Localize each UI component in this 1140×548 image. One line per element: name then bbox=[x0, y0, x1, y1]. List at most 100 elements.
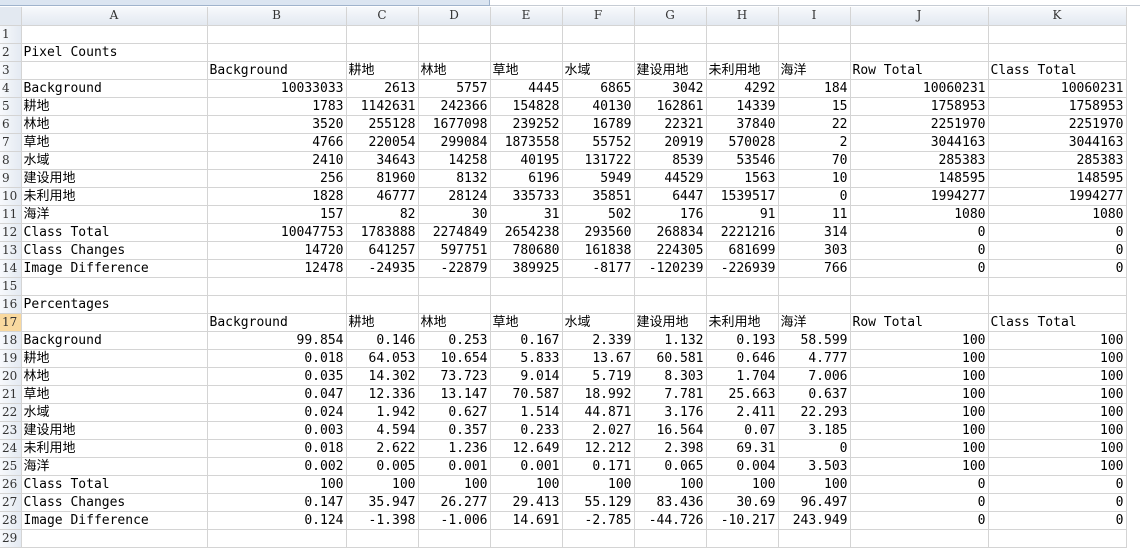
cell-c4[interactable]: 2613 bbox=[346, 79, 419, 98]
cell-e16[interactable] bbox=[490, 295, 563, 314]
cell-i15[interactable] bbox=[778, 277, 851, 296]
column-header-c[interactable]: C bbox=[346, 7, 419, 26]
cell-b7[interactable]: 4766 bbox=[207, 133, 347, 152]
cell-j22[interactable]: 100 bbox=[850, 403, 989, 422]
cell-i7[interactable]: 2 bbox=[778, 133, 851, 152]
cell-c2[interactable] bbox=[346, 43, 419, 62]
cell-d6[interactable]: 1677098 bbox=[418, 115, 491, 134]
cell-i13[interactable]: 303 bbox=[778, 241, 851, 260]
cell-g15[interactable] bbox=[634, 277, 707, 296]
cell-f9[interactable]: 5949 bbox=[562, 169, 635, 188]
cell-g4[interactable]: 3042 bbox=[634, 79, 707, 98]
cell-e7[interactable]: 1873558 bbox=[490, 133, 563, 152]
cell-e5[interactable]: 154828 bbox=[490, 97, 563, 116]
cell-d23[interactable]: 0.357 bbox=[418, 421, 491, 440]
cell-j5[interactable]: 1758953 bbox=[850, 97, 989, 116]
cell-b20[interactable]: 0.035 bbox=[207, 367, 347, 386]
cell-i25[interactable]: 3.503 bbox=[778, 457, 851, 476]
column-header-b[interactable]: B bbox=[207, 7, 347, 26]
cell-d7[interactable]: 299084 bbox=[418, 133, 491, 152]
cell-g5[interactable]: 162861 bbox=[634, 97, 707, 116]
cell-a9[interactable]: 建设用地 bbox=[21, 169, 208, 188]
cell-b1[interactable] bbox=[207, 25, 347, 44]
cell-c22[interactable]: 1.942 bbox=[346, 403, 419, 422]
cell-d27[interactable]: 26.277 bbox=[418, 493, 491, 512]
row-header[interactable]: 11 bbox=[0, 205, 22, 224]
cell-b17[interactable]: Background bbox=[207, 313, 347, 332]
cell-b3[interactable]: Background bbox=[207, 61, 347, 80]
cell-c1[interactable] bbox=[346, 25, 419, 44]
cell-c12[interactable]: 1783888 bbox=[346, 223, 419, 242]
cell-i1[interactable] bbox=[778, 25, 851, 44]
cell-b11[interactable]: 157 bbox=[207, 205, 347, 224]
cell-i21[interactable]: 0.637 bbox=[778, 385, 851, 404]
cell-d8[interactable]: 14258 bbox=[418, 151, 491, 170]
cell-k28[interactable]: 0 bbox=[988, 511, 1127, 530]
cell-b9[interactable]: 256 bbox=[207, 169, 347, 188]
cell-c26[interactable]: 100 bbox=[346, 475, 419, 494]
cell-h27[interactable]: 30.69 bbox=[706, 493, 779, 512]
cell-k20[interactable]: 100 bbox=[988, 367, 1127, 386]
cell-a24[interactable]: 未利用地 bbox=[21, 439, 208, 458]
cell-e22[interactable]: 1.514 bbox=[490, 403, 563, 422]
cell-b12[interactable]: 10047753 bbox=[207, 223, 347, 242]
cell-f12[interactable]: 293560 bbox=[562, 223, 635, 242]
cell-b22[interactable]: 0.024 bbox=[207, 403, 347, 422]
cell-k19[interactable]: 100 bbox=[988, 349, 1127, 368]
cell-e6[interactable]: 239252 bbox=[490, 115, 563, 134]
cell-g29[interactable] bbox=[634, 529, 707, 548]
cell-e3[interactable]: 草地 bbox=[490, 61, 563, 80]
cell-d24[interactable]: 1.236 bbox=[418, 439, 491, 458]
cell-c14[interactable]: -24935 bbox=[346, 259, 419, 278]
cell-b6[interactable]: 3520 bbox=[207, 115, 347, 134]
cell-a17[interactable] bbox=[21, 313, 208, 332]
row-header[interactable]: 5 bbox=[0, 97, 22, 116]
cell-f22[interactable]: 44.871 bbox=[562, 403, 635, 422]
cell-b4[interactable]: 10033033 bbox=[207, 79, 347, 98]
row-header[interactable]: 6 bbox=[0, 115, 22, 134]
row-header[interactable]: 16 bbox=[0, 295, 22, 314]
cell-f26[interactable]: 100 bbox=[562, 475, 635, 494]
cell-d26[interactable]: 100 bbox=[418, 475, 491, 494]
row-header[interactable]: 4 bbox=[0, 79, 22, 98]
cell-g14[interactable]: -120239 bbox=[634, 259, 707, 278]
cell-i3[interactable]: 海洋 bbox=[778, 61, 851, 80]
cell-d1[interactable] bbox=[418, 25, 491, 44]
cell-d5[interactable]: 242366 bbox=[418, 97, 491, 116]
row-header[interactable]: 27 bbox=[0, 493, 22, 512]
cell-g18[interactable]: 1.132 bbox=[634, 331, 707, 350]
row-header[interactable]: 18 bbox=[0, 331, 22, 350]
cell-a28[interactable]: Image Difference bbox=[21, 511, 208, 530]
cell-a23[interactable]: 建设用地 bbox=[21, 421, 208, 440]
cell-a13[interactable]: Class Changes bbox=[21, 241, 208, 260]
row-header[interactable]: 24 bbox=[0, 439, 22, 458]
cell-g19[interactable]: 60.581 bbox=[634, 349, 707, 368]
cell-b24[interactable]: 0.018 bbox=[207, 439, 347, 458]
cell-e20[interactable]: 9.014 bbox=[490, 367, 563, 386]
cell-d19[interactable]: 10.654 bbox=[418, 349, 491, 368]
column-header-d[interactable]: D bbox=[418, 7, 491, 26]
cell-f10[interactable]: 35851 bbox=[562, 187, 635, 206]
cell-i20[interactable]: 7.006 bbox=[778, 367, 851, 386]
cell-c24[interactable]: 2.622 bbox=[346, 439, 419, 458]
cell-h21[interactable]: 25.663 bbox=[706, 385, 779, 404]
cell-k26[interactable]: 0 bbox=[988, 475, 1127, 494]
cell-f21[interactable]: 18.992 bbox=[562, 385, 635, 404]
cell-k14[interactable]: 0 bbox=[988, 259, 1127, 278]
cell-j17[interactable]: Row Total bbox=[850, 313, 989, 332]
cell-j27[interactable]: 0 bbox=[850, 493, 989, 512]
cell-j13[interactable]: 0 bbox=[850, 241, 989, 260]
cell-h3[interactable]: 未利用地 bbox=[706, 61, 779, 80]
cell-b26[interactable]: 100 bbox=[207, 475, 347, 494]
row-header[interactable]: 22 bbox=[0, 403, 22, 422]
cell-h4[interactable]: 4292 bbox=[706, 79, 779, 98]
cell-k21[interactable]: 100 bbox=[988, 385, 1127, 404]
cell-a27[interactable]: Class Changes bbox=[21, 493, 208, 512]
cell-d10[interactable]: 28124 bbox=[418, 187, 491, 206]
cell-c19[interactable]: 64.053 bbox=[346, 349, 419, 368]
cell-c28[interactable]: -1.398 bbox=[346, 511, 419, 530]
cell-i23[interactable]: 3.185 bbox=[778, 421, 851, 440]
column-header-i[interactable]: I bbox=[778, 7, 851, 26]
row-header[interactable]: 20 bbox=[0, 367, 22, 386]
cell-b21[interactable]: 0.047 bbox=[207, 385, 347, 404]
